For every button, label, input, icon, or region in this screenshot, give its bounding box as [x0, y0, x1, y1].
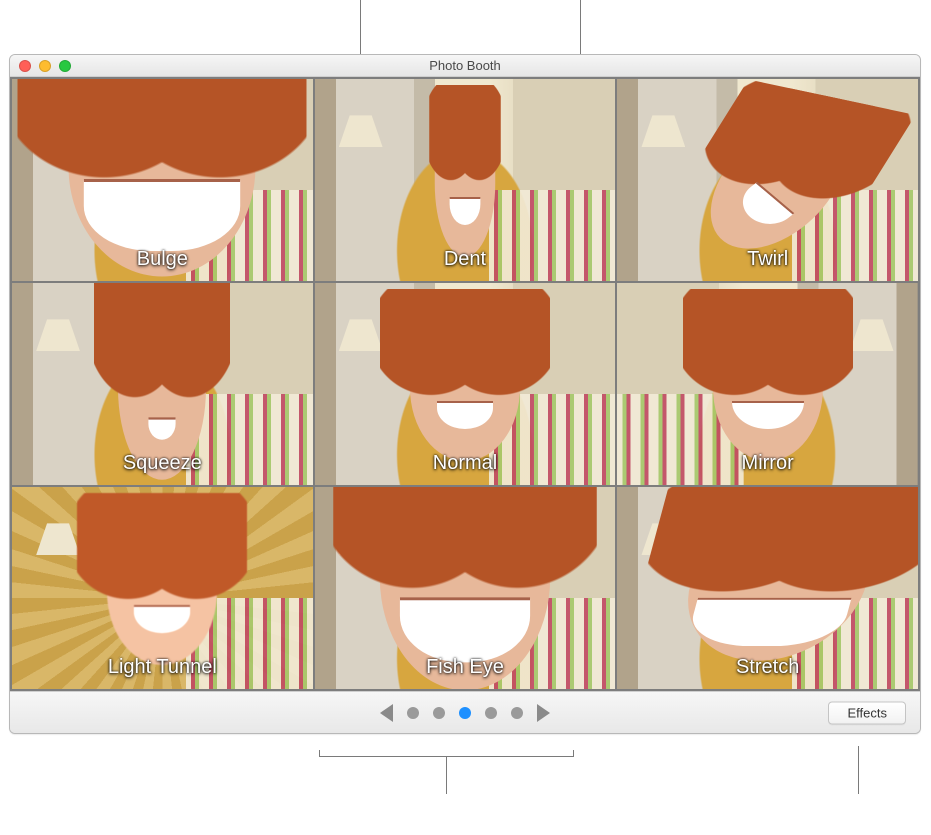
callout-line-bottom-right — [858, 746, 859, 794]
pager-dot-3[interactable] — [485, 707, 497, 719]
titlebar[interactable]: Photo Booth — [10, 55, 920, 77]
callout-bracket-bottom-right-tick — [573, 750, 574, 757]
effect-tile-bulge[interactable]: Bulge — [12, 79, 313, 281]
effects-button[interactable]: Effects — [828, 701, 906, 724]
face-icon — [107, 515, 217, 665]
effect-tile-squeeze[interactable]: Squeeze — [12, 283, 313, 485]
face-icon — [410, 311, 520, 461]
effect-tile-mirror[interactable]: Mirror — [617, 283, 918, 485]
bottom-toolbar: Effects — [10, 691, 920, 733]
face-icon — [435, 107, 496, 257]
face-icon — [713, 311, 823, 461]
face-icon — [118, 293, 206, 481]
effect-tile-normal[interactable]: Normal — [315, 283, 616, 485]
pager-dot-2[interactable] — [459, 707, 471, 719]
effect-tile-stretch[interactable]: Stretch — [617, 487, 918, 689]
effect-tile-fish-eye[interactable]: Fish Eye — [315, 487, 616, 689]
effect-tile-light-tunnel[interactable]: Light Tunnel — [12, 487, 313, 689]
window-controls — [10, 60, 71, 72]
callout-line-top-left — [360, 0, 361, 54]
minimize-window-button[interactable] — [39, 60, 51, 72]
pager-next-arrow[interactable] — [537, 704, 550, 722]
effects-grid: BulgeDentTwirl SqueezeNormalMirror Light T… — [10, 77, 920, 691]
photo-booth-window: Photo Booth BulgeDentTwirl SqueezeNormalM… — [9, 54, 921, 734]
pager-dot-1[interactable] — [433, 707, 445, 719]
close-window-button[interactable] — [19, 60, 31, 72]
effect-tile-dent[interactable]: Dent — [315, 79, 616, 281]
effects-pager — [380, 704, 550, 722]
callout-line-bottom-center — [446, 756, 447, 794]
window-title: Photo Booth — [10, 58, 920, 73]
callout-bracket-bottom-left-tick — [319, 750, 320, 757]
pager-dot-4[interactable] — [511, 707, 523, 719]
pager-dot-0[interactable] — [407, 707, 419, 719]
effect-tile-twirl[interactable]: Twirl — [617, 79, 918, 281]
pager-prev-arrow[interactable] — [380, 704, 393, 722]
zoom-window-button[interactable] — [59, 60, 71, 72]
